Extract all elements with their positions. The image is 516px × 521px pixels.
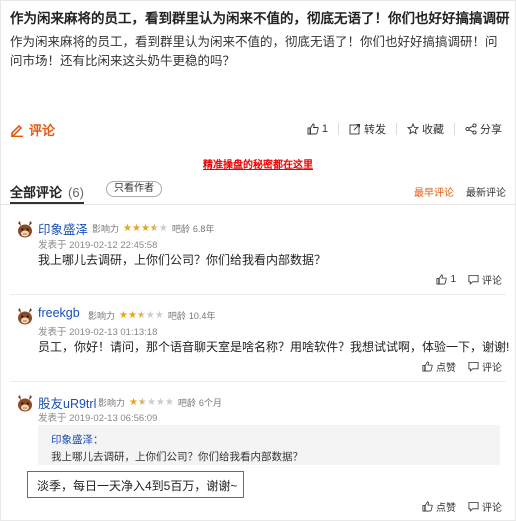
comment-divider bbox=[10, 294, 506, 295]
comment-divider bbox=[10, 381, 506, 382]
bar-age-label: 吧龄 bbox=[177, 398, 196, 408]
thumbs-up-icon bbox=[422, 501, 433, 512]
thumbs-up-icon bbox=[422, 361, 433, 372]
comment-time: 发表于 2019-02-13 06:56:09 bbox=[38, 413, 158, 424]
influence-label: 影响力 bbox=[88, 311, 116, 321]
forward-button[interactable]: 转发 bbox=[349, 121, 386, 137]
post-title: 作为闲来麻将的员工，看到群里认为闲来不值的，彻底无语了！你们也好好搞搞调研！问问 bbox=[10, 11, 510, 26]
user-meta: 影响力 ★ ★ ★ ★ ★ 吧龄 6个月 bbox=[98, 396, 222, 409]
share-icon bbox=[465, 123, 477, 135]
star-icon: ★ bbox=[140, 222, 150, 234]
star-icon: ★ bbox=[129, 396, 138, 408]
influence-stars: ★ ★ ★ ★ ★ bbox=[129, 396, 174, 408]
user-meta: 影响力 ★ ★ ★ ★ ★ 吧龄 6.8年 bbox=[92, 222, 214, 235]
quoted-text: 我上哪儿去调研，上你们公司？你们给我看内部数据？ bbox=[51, 451, 303, 463]
comment-actions: 1 评论 bbox=[424, 272, 502, 287]
favorite-button[interactable]: 收藏 bbox=[407, 121, 444, 137]
comment-text: 我上哪儿去调研，上你们公司？你们给我看内部数据？ bbox=[38, 253, 327, 267]
reply-icon bbox=[468, 274, 479, 285]
sort-earliest[interactable]: 最早评论 bbox=[414, 184, 454, 199]
star-icon: ★ bbox=[146, 396, 156, 408]
post-body: 作为闲来麻将的员工，看到群里认为闲来不值的，彻底无语了！你们也好好搞搞调研！问问… bbox=[10, 35, 498, 68]
promo-link[interactable]: 精准操盘的秘密都在这里 bbox=[0, 156, 516, 171]
star-icon: ★ bbox=[149, 222, 159, 234]
star-icon: ★ bbox=[123, 222, 132, 234]
star-icon: ★ bbox=[145, 309, 155, 321]
star-icon: ★ bbox=[155, 396, 165, 408]
comment-reply-button[interactable]: 评论 bbox=[468, 359, 502, 374]
reply-icon bbox=[468, 361, 479, 372]
influence-stars: ★ ★ ★ ★ ★ bbox=[123, 222, 168, 234]
thumbs-up-icon bbox=[307, 123, 319, 135]
pencil-icon bbox=[11, 124, 23, 137]
comment-tabs: 全部评论 (6) 只看作者 最早评论 最新评论 bbox=[0, 177, 516, 205]
comment-reply-label: 评论 bbox=[482, 503, 502, 514]
comment-reply-button[interactable]: 评论 bbox=[468, 272, 502, 287]
thumbs-up-icon bbox=[436, 274, 448, 285]
bar-age-value: 6.8年 bbox=[192, 224, 215, 234]
bar-age-value: 6个月 bbox=[198, 398, 222, 408]
comment-actions: 点赞 评论 bbox=[410, 499, 502, 514]
forward-label: 转发 bbox=[364, 124, 386, 136]
share-label: 分享 bbox=[480, 124, 502, 136]
star-icon bbox=[407, 123, 419, 135]
star-icon: ★ bbox=[119, 309, 128, 321]
tab-all-label: 全部评论 bbox=[10, 185, 63, 200]
comment-like-button[interactable]: 点赞 bbox=[422, 499, 456, 514]
author-only-button[interactable]: 只看作者 bbox=[106, 181, 162, 197]
avatar[interactable] bbox=[15, 393, 35, 413]
comment-like-button[interactable]: 1 bbox=[436, 274, 456, 285]
star-icon: ★ bbox=[136, 309, 146, 321]
star-icon: ★ bbox=[131, 222, 141, 234]
sort-latest[interactable]: 最新评论 bbox=[466, 184, 506, 199]
favorite-label: 收藏 bbox=[422, 124, 444, 136]
comment-like-label: 1 bbox=[450, 274, 456, 285]
bar-age-value: 10.4年 bbox=[188, 311, 216, 321]
comment-like-button[interactable]: 点赞 bbox=[422, 359, 456, 374]
highlighted-reply: 淡季，每日一天净入4到5百万，谢谢~ bbox=[27, 471, 244, 498]
divider bbox=[396, 123, 397, 135]
comment-username[interactable]: freekgb bbox=[38, 306, 80, 320]
star-icon: ★ bbox=[164, 396, 174, 408]
comment-text: 员工，你好！请问，那个语音聊天室是啥名称？用啥软件？我想试试啊，体验一下，谢谢! bbox=[38, 340, 510, 354]
bar-age-label: 吧龄 bbox=[171, 224, 190, 234]
tab-all-comments[interactable]: 全部评论 (6) bbox=[10, 182, 84, 201]
forward-icon bbox=[349, 124, 360, 135]
comment-reply-button[interactable]: 评论 bbox=[468, 499, 502, 514]
quoted-username[interactable]: 印象盛泽： bbox=[51, 432, 104, 447]
comment-time: 发表于 2019-02-13 01:13:18 bbox=[38, 327, 158, 338]
star-icon: ★ bbox=[154, 309, 164, 321]
divider bbox=[454, 123, 455, 135]
influence-label: 影响力 bbox=[98, 398, 126, 408]
user-meta: 影响力 ★ ★ ★ ★ ★ 吧龄 10.4年 bbox=[88, 309, 215, 322]
comment-count: (6) bbox=[68, 185, 84, 200]
like-count: 1 bbox=[321, 123, 328, 135]
comment-like-label: 点赞 bbox=[436, 503, 456, 514]
comment-username[interactable]: 印象盛泽 bbox=[38, 219, 88, 238]
post-actions: 1 转发 收藏 分享 bbox=[297, 121, 502, 137]
reply-icon bbox=[468, 501, 479, 512]
avatar[interactable] bbox=[15, 306, 35, 326]
avatar[interactable] bbox=[15, 219, 35, 239]
comment-actions: 点赞 评论 bbox=[410, 359, 502, 374]
comment-button[interactable]: 评论 bbox=[10, 120, 55, 139]
star-icon: ★ bbox=[158, 222, 168, 234]
comment-like-label: 点赞 bbox=[436, 363, 456, 374]
comment-time: 发表于 2019-02-12 22:45:58 bbox=[38, 240, 158, 251]
share-button[interactable]: 分享 bbox=[465, 121, 502, 137]
comment-label: 评论 bbox=[29, 123, 56, 138]
like-button[interactable]: 1 bbox=[307, 123, 328, 135]
influence-label: 影响力 bbox=[92, 224, 120, 234]
star-icon: ★ bbox=[127, 309, 137, 321]
active-tab-indicator bbox=[10, 202, 84, 204]
quoted-comment: 印象盛泽： 我上哪儿去调研，上你们公司？你们给我看内部数据？ bbox=[38, 425, 500, 465]
comment-reply-label: 评论 bbox=[482, 276, 502, 287]
comment-reply-label: 评论 bbox=[482, 363, 502, 374]
bar-age-label: 吧龄 bbox=[167, 311, 186, 321]
star-icon: ★ bbox=[137, 396, 147, 408]
comment-text: 淡季，每日一天净入4到5百万，谢谢~ bbox=[37, 479, 238, 493]
divider bbox=[338, 123, 339, 135]
influence-stars: ★ ★ ★ ★ ★ bbox=[119, 309, 164, 321]
